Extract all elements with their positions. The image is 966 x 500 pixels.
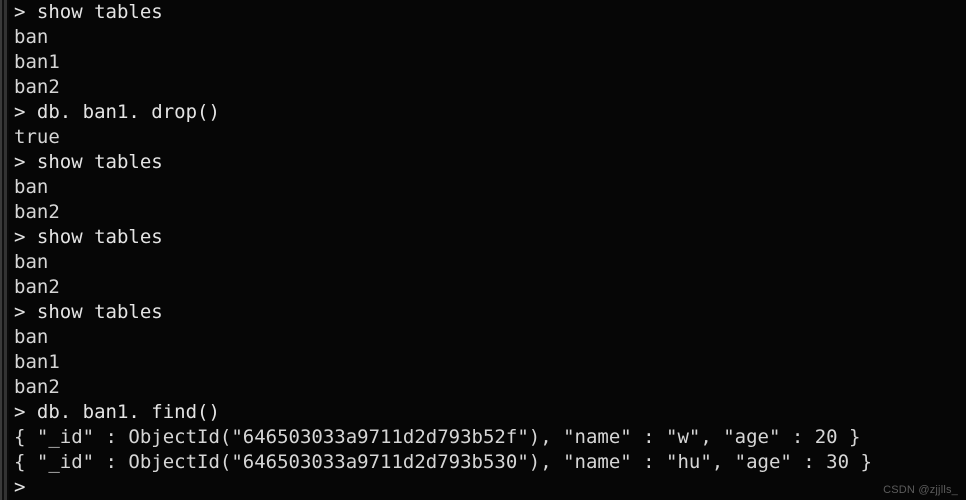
terminal-line-document: { "_id" : ObjectId("646503033a9711d2d793…: [14, 426, 861, 448]
terminal-line-result: ban: [14, 326, 49, 348]
terminal-window: > show tables ban ban1 ban2 > db. ban1. drop…: [0, 0, 966, 500]
scrollbar-track-inner: [7, 0, 9, 500]
terminal-line-result: ban: [14, 176, 49, 198]
terminal-line-result: ban: [14, 251, 49, 273]
terminal-line-command: > show tables: [14, 151, 163, 173]
terminal-line-document: { "_id" : ObjectId("646503033a9711d2d793…: [14, 451, 872, 473]
terminal-line-command: > db. ban1. find(): [14, 401, 220, 423]
terminal-line-result: ban2: [14, 376, 60, 398]
watermark: CSDN @zjjlls_: [883, 484, 958, 496]
terminal-line-result: ban2: [14, 276, 60, 298]
terminal-line-result: ban2: [14, 201, 60, 223]
terminal-line-command: > show tables: [14, 301, 163, 323]
console-output[interactable]: > show tables ban ban1 ban2 > db. ban1. drop…: [9, 0, 966, 500]
terminal-line-command: > show tables: [14, 1, 163, 23]
terminal-line-result: ban2: [14, 76, 60, 98]
terminal-line-command: >: [14, 476, 26, 498]
terminal-line-command: > db. ban1. drop(): [14, 101, 220, 123]
terminal-scrollbar[interactable]: [0, 0, 9, 500]
terminal-line-result: ban1: [14, 351, 60, 373]
terminal-line-result: true: [14, 126, 60, 148]
terminal-line-result: ban: [14, 26, 49, 48]
terminal-line-command: > show tables: [14, 226, 163, 248]
terminal-line-result: ban1: [14, 51, 60, 73]
